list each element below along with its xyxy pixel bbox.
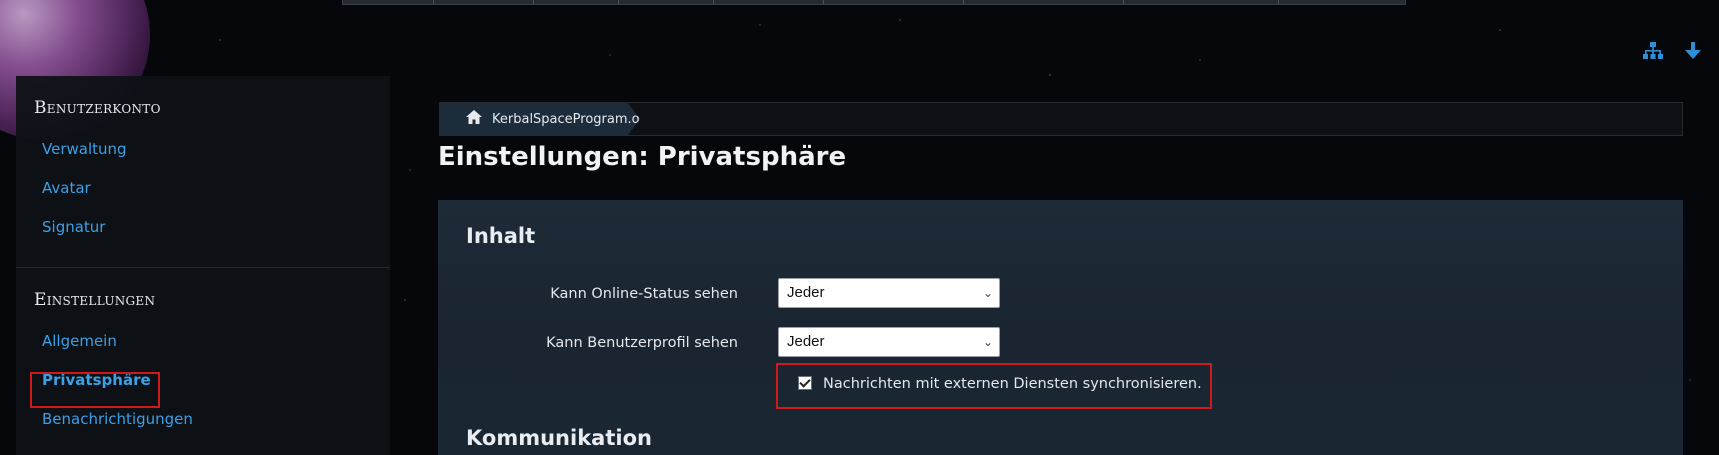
breadcrumb-home[interactable]: KerbalSpaceProgram.de xyxy=(440,103,640,135)
field-profile-visibility: Kann Benutzerprofil sehen Jeder ⌄ xyxy=(438,327,1038,359)
sitemap-icon[interactable] xyxy=(1643,42,1663,64)
field-label-online-status: Kann Online-Status sehen xyxy=(550,286,738,302)
sidebar-section-settings: Einstellungen Allgemein Privatsphäre Ben… xyxy=(16,278,390,439)
sync-checkbox[interactable] xyxy=(798,376,812,390)
section-title-communication: Kommunikation xyxy=(466,426,652,450)
profile-visibility-select[interactable]: Jeder ⌄ xyxy=(778,327,1000,357)
sidebar-item-allgemein[interactable]: Allgemein xyxy=(16,322,390,361)
top-icons xyxy=(1643,42,1701,64)
sync-checkbox-row: Nachrichten mit externen Diensten synchr… xyxy=(776,363,1212,409)
sidebar-heading-settings: Einstellungen xyxy=(34,290,156,310)
chevron-down-icon: ⌄ xyxy=(982,286,993,300)
sidebar-item-verwaltung[interactable]: Verwaltung xyxy=(16,130,390,169)
page-title: Einstellungen: Privatsphäre xyxy=(438,142,847,172)
field-label-profile-visibility: Kann Benutzerprofil sehen xyxy=(546,335,738,351)
sidebar-item-avatar[interactable]: Avatar xyxy=(16,169,390,208)
online-status-select[interactable]: Jeder ⌄ xyxy=(778,278,1000,308)
breadcrumb: KerbalSpaceProgram.de xyxy=(439,102,1683,136)
sidebar-heading-account: Benutzerkonto xyxy=(34,98,161,118)
field-online-status: Kann Online-Status sehen Jeder ⌄ xyxy=(438,278,1038,310)
sidebar: Benutzerkonto Verwaltung Avatar Signatur… xyxy=(16,76,390,455)
active-item-highlight xyxy=(30,372,160,408)
sidebar-section-account: Benutzerkonto Verwaltung Avatar Signatur xyxy=(16,86,390,247)
arrow-down-icon[interactable] xyxy=(1685,42,1701,64)
settings-panel: Inhalt Kann Online-Status sehen Jeder ⌄ … xyxy=(438,200,1683,455)
sidebar-divider xyxy=(16,267,390,268)
profile-visibility-value: Jeder xyxy=(787,333,825,350)
section-title-content: Inhalt xyxy=(466,224,536,248)
sidebar-item-signatur[interactable]: Signatur xyxy=(16,208,390,247)
home-icon xyxy=(466,110,482,128)
breadcrumb-home-label: KerbalSpaceProgram.de xyxy=(492,111,648,127)
chevron-down-icon: ⌄ xyxy=(982,335,993,349)
online-status-value: Jeder xyxy=(787,284,825,301)
sync-checkbox-label[interactable]: Nachrichten mit externen Diensten synchr… xyxy=(823,376,1202,392)
top-navigation-bar xyxy=(342,0,1406,5)
